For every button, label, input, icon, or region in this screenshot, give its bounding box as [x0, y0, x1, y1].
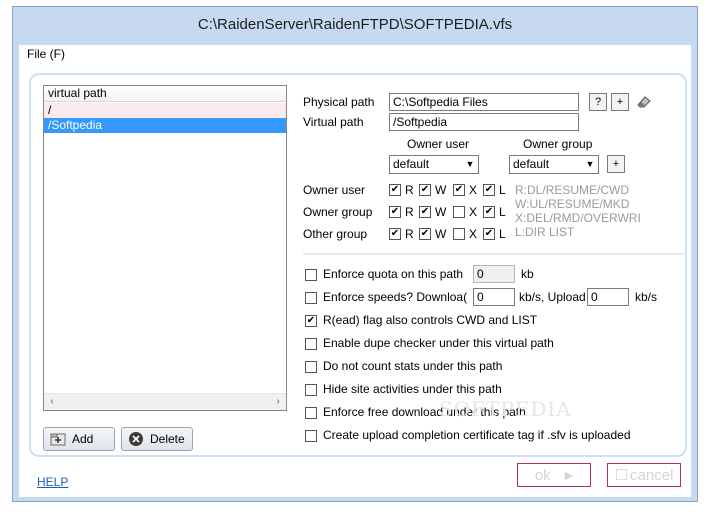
owner-group-value: default — [513, 157, 550, 171]
section-divider — [303, 253, 687, 255]
perm-letter: R — [405, 227, 414, 241]
virtual-path-column-header[interactable]: virtual path — [44, 86, 286, 102]
dupe-checker-checkbox[interactable] — [305, 338, 317, 350]
eraser-icon[interactable] — [635, 93, 653, 111]
owner-group-header: Owner group — [523, 137, 593, 151]
perm-letter: R — [405, 183, 414, 197]
download-speed-input[interactable]: 0 — [473, 288, 515, 306]
scroll-right-icon[interactable]: › — [271, 395, 285, 409]
perm-owner-group-w-checkbox[interactable]: ✔ — [419, 206, 431, 218]
browse-icon[interactable]: + — [611, 93, 629, 111]
perm-owner-group-l-checkbox[interactable]: ✔ — [483, 206, 495, 218]
quota-checkbox[interactable] — [305, 269, 317, 281]
option-label: Hide site activities under this path — [323, 382, 502, 396]
option-label: Create upload completion certificate tag… — [323, 428, 631, 442]
ok-arrow-icon: ▶ — [564, 469, 574, 482]
perm-letter: L — [499, 205, 506, 219]
option-label: R(ead) flag also controls CWD and LIST — [323, 313, 538, 327]
owner-user-value: default — [393, 157, 430, 171]
perm-legend-line: L:DIR LIST — [515, 225, 575, 239]
quota-input[interactable]: 0 — [473, 265, 515, 283]
perm-letter: W — [435, 227, 447, 241]
path-settings-panel: Physical path C:\Softpedia Files ? + Vir… — [303, 85, 687, 447]
perm-row-label: Owner group — [303, 205, 373, 219]
upload-speed-input[interactable]: 0 — [587, 288, 629, 306]
perm-legend-line: R:DL/RESUME/CWD — [515, 183, 630, 197]
scroll-left-icon[interactable]: ‹ — [45, 395, 59, 409]
menu-file[interactable]: File (F) — [27, 47, 65, 61]
perm-owner-group-x-checkbox[interactable] — [453, 206, 465, 218]
list-item-selected[interactable]: /Softpedia — [44, 118, 286, 133]
add-button-label: Add — [72, 432, 94, 446]
perm-other-group-x-checkbox[interactable] — [453, 228, 465, 240]
perm-letter: X — [469, 205, 478, 219]
perm-other-group-w-checkbox[interactable]: ✔ — [419, 228, 431, 240]
virtual-path-list[interactable]: virtual path / /Softpedia ‹ › — [43, 85, 287, 411]
ok-button[interactable]: ok ▶ — [517, 463, 591, 487]
perm-other-group-l-checkbox[interactable]: ✔ — [483, 228, 495, 240]
owner-group-select[interactable]: default ▼ — [509, 155, 599, 174]
perm-letter: W — [435, 183, 447, 197]
upload-label: kb/s, Upload — [519, 290, 586, 304]
chevron-down-icon: ▼ — [465, 159, 475, 169]
virtual-path-input[interactable]: /Softpedia — [389, 113, 579, 131]
cancel-button-label: cancel — [630, 466, 674, 484]
delete-button-label: Delete — [150, 432, 185, 446]
upload-unit: kb/s — [635, 290, 658, 304]
perm-letter: L — [499, 183, 506, 197]
option-label: Enable dupe checker under this virtual p… — [323, 336, 554, 350]
virtual-path-label: Virtual path — [303, 115, 364, 129]
perm-owner-group-r-checkbox[interactable]: ✔ — [389, 206, 401, 218]
perm-letter: X — [469, 183, 478, 197]
perm-letter: L — [499, 227, 506, 241]
chevron-down-icon: ▼ — [585, 159, 595, 169]
perm-owner-user-w-checkbox[interactable]: ✔ — [419, 184, 431, 196]
window-title: C:\RaidenServer\RaidenFTPD\SOFTPEDIA.vfs — [197, 15, 513, 33]
option-label: Do not count stats under this path — [323, 359, 503, 373]
perm-legend-line: W:UL/RESUME/MKD — [515, 197, 630, 211]
softpedia-watermark: SOFTPEDIA — [439, 397, 572, 421]
add-folder-icon — [50, 431, 66, 447]
delete-icon — [128, 431, 144, 447]
read-flag-checkbox[interactable]: ✔ — [305, 315, 317, 327]
perm-row-label: Other group — [303, 227, 368, 241]
perm-owner-user-r-checkbox[interactable]: ✔ — [389, 184, 401, 196]
perm-letter: X — [469, 227, 478, 241]
menu-bar: File (F) — [19, 45, 691, 66]
ok-button-label: ok — [534, 466, 551, 484]
list-item[interactable]: / — [44, 103, 286, 118]
add-group-button[interactable]: + — [607, 155, 625, 173]
perm-legend-line: X:DEL/RMD/OVERWRI — [515, 211, 641, 225]
perm-owner-user-l-checkbox[interactable]: ✔ — [483, 184, 495, 196]
delete-button[interactable]: Delete — [121, 427, 193, 451]
free-download-checkbox[interactable] — [305, 407, 317, 419]
add-button[interactable]: Add — [43, 427, 115, 451]
horizontal-scrollbar[interactable]: ‹ › — [44, 393, 286, 410]
perm-letter: R — [405, 205, 414, 219]
perm-owner-user-x-checkbox[interactable]: ✔ — [453, 184, 465, 196]
no-stats-checkbox[interactable] — [305, 361, 317, 373]
owner-user-header: Owner user — [407, 137, 470, 151]
help-icon[interactable]: ? — [589, 93, 607, 111]
dialog-client-area: virtual path / /Softpedia ‹ › Add Delete… — [19, 65, 691, 497]
hide-activities-checkbox[interactable] — [305, 384, 317, 396]
physical-path-label: Physical path — [303, 95, 375, 109]
cancel-button[interactable]: ☐ cancel — [607, 463, 681, 487]
sfv-tag-checkbox[interactable] — [305, 430, 317, 442]
app-window: C:\RaidenServer\RaidenFTPD\SOFTPEDIA.vfs… — [12, 6, 698, 502]
perm-other-group-r-checkbox[interactable]: ✔ — [389, 228, 401, 240]
quota-label: Enforce quota on this path — [323, 267, 464, 281]
perm-row-label: Owner user — [303, 183, 366, 197]
owner-user-select[interactable]: default ▼ — [389, 155, 479, 174]
physical-path-input[interactable]: C:\Softpedia Files — [389, 93, 579, 111]
quota-unit: kb — [521, 267, 534, 281]
perm-letter: W — [435, 205, 447, 219]
speed-label: Enforce speeds? Downloa( — [323, 290, 468, 304]
cancel-box-icon: ☐ — [614, 467, 629, 484]
speed-checkbox[interactable] — [305, 292, 317, 304]
help-link[interactable]: HELP — [37, 475, 68, 489]
